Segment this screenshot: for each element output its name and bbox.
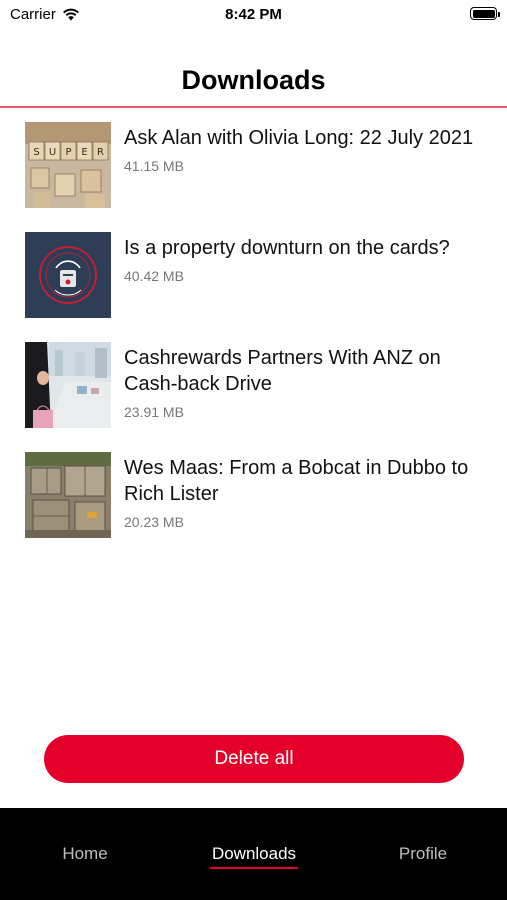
download-item-title: Cashrewards Partners With ANZ on Cash-ba… xyxy=(124,347,441,395)
download-item-meta: Cashrewards Partners With ANZ on Cash-ba… xyxy=(124,342,485,452)
download-item-meta: Ask Alan with Olivia Long: 22 July 2021 … xyxy=(124,122,473,232)
delete-all-button[interactable]: Delete all xyxy=(44,735,464,783)
active-tab-indicator xyxy=(210,867,298,869)
svg-text:P: P xyxy=(65,147,71,158)
construction-site-image xyxy=(25,452,111,538)
download-item[interactable]: Is a property downturn on the cards? 40.… xyxy=(25,232,485,342)
status-time: 8:42 PM xyxy=(225,6,282,23)
status-bar: Carrier 8:42 PM xyxy=(0,0,507,30)
download-item-size: 41.15 MB xyxy=(124,158,184,174)
nav-header: Downloads xyxy=(0,56,507,108)
download-item[interactable]: S U P E R Ask Alan with Olivia Long: 22 … xyxy=(25,122,485,232)
svg-text:S: S xyxy=(33,147,39,158)
the-money-cafe-logo xyxy=(25,232,111,318)
download-item-size: 23.91 MB xyxy=(124,404,184,420)
super-wooden-blocks-image: S U P E R xyxy=(25,122,111,208)
download-item-size: 20.23 MB xyxy=(124,514,184,530)
download-item[interactable]: Wes Maas: From a Bobcat in Dubbo to Rich… xyxy=(25,452,485,562)
svg-text:E: E xyxy=(81,147,87,158)
tab-bar: Home Downloads Profile xyxy=(0,808,507,900)
page-title: Downloads xyxy=(181,65,326,95)
shopping-mall-image xyxy=(25,342,111,428)
tab-home[interactable]: Home xyxy=(15,844,155,864)
downloads-list: S U P E R Ask Alan with Olivia Long: 22 … xyxy=(25,122,485,562)
tab-home-label: Home xyxy=(62,844,108,863)
download-item-title: Ask Alan with Olivia Long: 22 July 2021 xyxy=(124,127,474,149)
download-item-size: 40.42 MB xyxy=(124,268,184,284)
download-item-title: Is a property downturn on the cards? xyxy=(124,237,450,259)
battery-icon xyxy=(470,7,500,20)
svg-text:U: U xyxy=(49,147,56,158)
tab-downloads-label: Downloads xyxy=(211,844,297,863)
download-item-meta: Is a property downturn on the cards? 40.… xyxy=(124,232,450,342)
tab-downloads[interactable]: Downloads xyxy=(184,844,324,869)
tab-profile[interactable]: Profile xyxy=(353,844,493,864)
svg-text:R: R xyxy=(97,147,104,158)
download-item[interactable]: Cashrewards Partners With ANZ on Cash-ba… xyxy=(25,342,485,452)
download-item-meta: Wes Maas: From a Bobcat in Dubbo to Rich… xyxy=(124,452,485,562)
download-item-title: Wes Maas: From a Bobcat in Dubbo to Rich… xyxy=(124,457,469,505)
tab-profile-label: Profile xyxy=(398,844,448,863)
